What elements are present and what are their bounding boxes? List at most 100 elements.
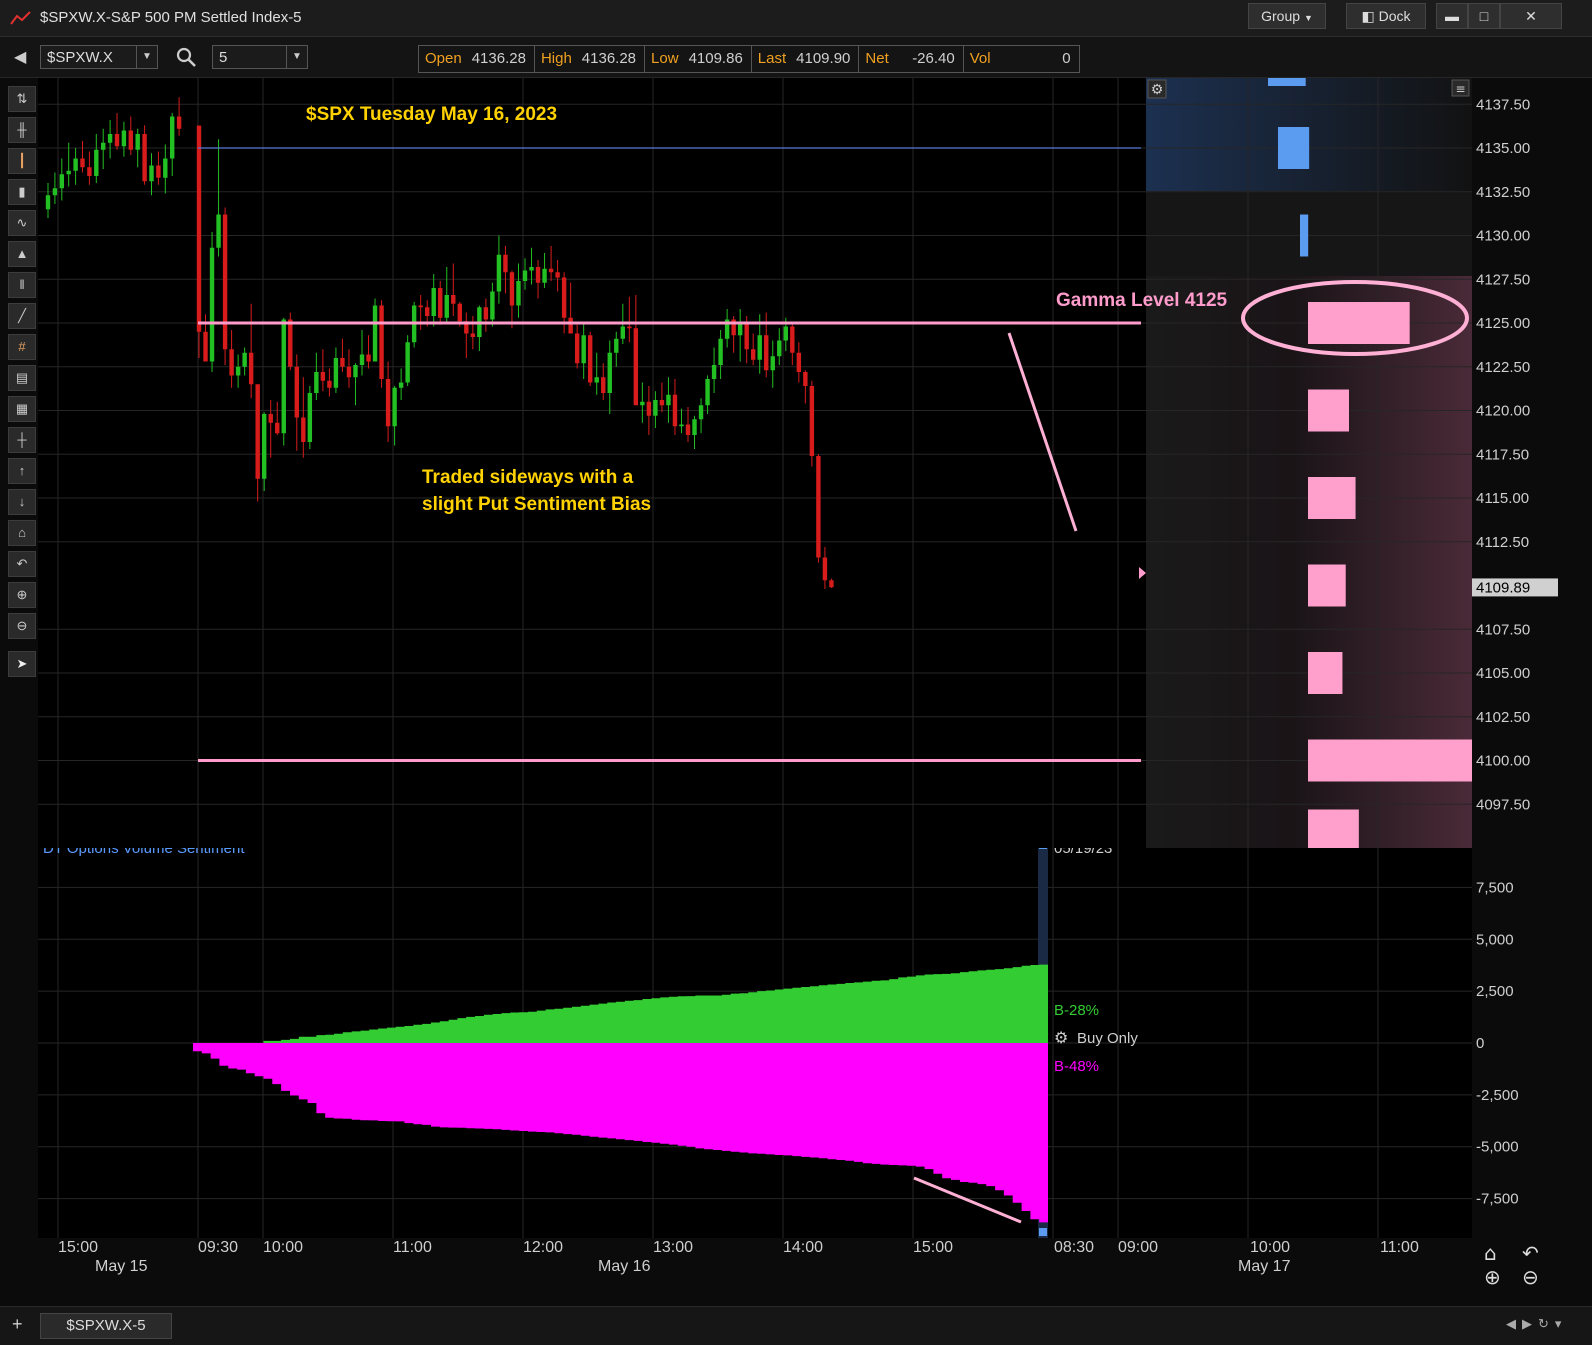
zoom-in-icon[interactable]: ⊕ bbox=[8, 582, 36, 608]
collapse-left-icon[interactable]: ◀ bbox=[14, 47, 26, 67]
note-line-1: Traded sideways with a bbox=[422, 467, 634, 488]
tab-scroll-icons[interactable]: ◀▶↻▾ bbox=[1506, 1316, 1567, 1332]
group-button[interactable]: Group ▼ bbox=[1248, 3, 1326, 29]
minimize-button[interactable]: ▬ bbox=[1436, 3, 1468, 29]
candle-body bbox=[503, 254, 508, 273]
price-chart[interactable]: 4137.50 4135.00 4132.50 4130.00 4127.50 4125.… bbox=[38, 78, 1558, 848]
chevron-down-icon[interactable]: ▼ bbox=[136, 46, 157, 68]
grid-icon[interactable]: # bbox=[8, 334, 36, 360]
candle-body bbox=[107, 134, 113, 143]
candle-body bbox=[757, 335, 762, 360]
price-tick-label: 4120.00 bbox=[1476, 403, 1530, 420]
candle-body bbox=[301, 417, 306, 442]
candle-body bbox=[101, 142, 106, 150]
date-tick-label: May 15 bbox=[95, 1258, 148, 1275]
candle-body bbox=[483, 307, 489, 320]
pointer-icon[interactable]: ➤ bbox=[8, 651, 36, 677]
chart-tab[interactable]: $SPXW.X-5 bbox=[40, 1313, 172, 1339]
volume-icon[interactable]: ‖ bbox=[8, 272, 36, 298]
chevron-down-icon: ▼ bbox=[1303, 13, 1313, 23]
line-chart-icon[interactable]: ∿ bbox=[8, 210, 36, 236]
candle-body bbox=[307, 393, 313, 442]
axis-undo-icon[interactable]: ↶ bbox=[1522, 1241, 1539, 1265]
candle-body bbox=[248, 352, 254, 385]
price-axis[interactable]: 4137.50 4135.00 4132.50 4130.00 4127.50 4125.… bbox=[1472, 96, 1558, 813]
candle-body bbox=[744, 323, 749, 350]
chevron-down-icon[interactable]: ▼ bbox=[286, 46, 307, 68]
axis-zoom-out-icon[interactable]: ⊖ bbox=[1522, 1265, 1539, 1289]
candle-body bbox=[679, 424, 684, 427]
dock-button[interactable]: ◧ Dock bbox=[1346, 3, 1426, 29]
bar-chart-icon[interactable]: ╫ bbox=[8, 117, 36, 143]
mode-selector[interactable]: ⚙ Buy Only bbox=[1054, 1028, 1138, 1047]
candle-body bbox=[431, 288, 436, 316]
search-icon[interactable] bbox=[176, 47, 198, 69]
gex-panel bbox=[1146, 78, 1472, 848]
candle-body bbox=[176, 116, 182, 129]
price-tick-label: 4132.50 bbox=[1476, 184, 1530, 201]
cursor-cross-icon[interactable]: ⇅ bbox=[8, 86, 36, 112]
candle-body bbox=[711, 365, 717, 379]
arrow-up-icon[interactable]: ↑ bbox=[8, 458, 36, 484]
candle-body bbox=[196, 125, 202, 332]
candle-body bbox=[418, 305, 423, 308]
arrow-down-icon[interactable]: ↓ bbox=[8, 489, 36, 515]
candle-body bbox=[216, 214, 221, 248]
candle-body bbox=[385, 379, 391, 427]
candle-body bbox=[692, 419, 697, 435]
add-tab-icon[interactable]: + bbox=[12, 1314, 23, 1335]
trendline-icon[interactable]: ╱ bbox=[8, 303, 36, 329]
sentiment-axis[interactable]: 7,500 5,000 2,500 0 -2,500 -5,000 -7,500 bbox=[1476, 879, 1519, 1207]
candle-body bbox=[135, 134, 140, 150]
axis-zoom-in-icon[interactable]: ⊕ bbox=[1484, 1265, 1501, 1289]
undo-icon[interactable]: ↶ bbox=[8, 551, 36, 577]
maximize-button[interactable]: □ bbox=[1468, 3, 1500, 29]
ohlc-icon[interactable]: ▮ bbox=[8, 179, 36, 205]
svg-text:⚙: ⚙ bbox=[1151, 82, 1164, 98]
candlestick-icon[interactable]: ┃ bbox=[8, 148, 36, 174]
candle-body bbox=[327, 380, 332, 388]
candle-body bbox=[203, 331, 208, 362]
settings-gear-icon[interactable]: ⚙ bbox=[1054, 1028, 1068, 1047]
candle-body bbox=[646, 401, 652, 416]
maximize-icon: □ bbox=[1479, 8, 1489, 24]
time-axis[interactable]: 15:00 09:30 10:00 11:00 12:00 13:00 14:00 15:00… bbox=[58, 1239, 1419, 1275]
call-percent-label: B-28% bbox=[1054, 1002, 1099, 1019]
svg-text:⌂: ⌂ bbox=[1484, 1241, 1497, 1265]
panel-menu-icon[interactable]: ≡ bbox=[1451, 79, 1470, 97]
put-percent-label: B-48% bbox=[1054, 1058, 1099, 1075]
home-icon[interactable]: ⌂ bbox=[8, 520, 36, 546]
chart-app-icon bbox=[10, 11, 31, 25]
candle-body bbox=[607, 352, 612, 393]
candle-body bbox=[398, 382, 404, 388]
price-tick-label: 4117.50 bbox=[1476, 446, 1529, 463]
candle-body bbox=[796, 352, 802, 372]
candle-body bbox=[262, 414, 267, 479]
price-tick-label: 4115.00 bbox=[1476, 490, 1529, 507]
candle-body bbox=[372, 305, 378, 362]
gex-bar bbox=[1308, 389, 1349, 432]
candle-body bbox=[451, 295, 456, 304]
quote-value: 0 bbox=[1062, 50, 1071, 67]
gex-settings-icon[interactable]: ⚙ bbox=[1147, 79, 1167, 99]
zoom-out-icon[interactable]: ⊖ bbox=[8, 613, 36, 639]
title-bar: $SPXW.X-S&P 500 PM Settled Index-5 Group… bbox=[0, 0, 1592, 37]
close-icon: ✕ bbox=[1525, 8, 1537, 24]
grid-small-icon[interactable]: ▦ bbox=[8, 396, 36, 422]
table-icon[interactable]: ▤ bbox=[8, 365, 36, 391]
area-chart-icon[interactable]: ▲ bbox=[8, 241, 36, 267]
gex-bar bbox=[1308, 564, 1346, 607]
candle-body bbox=[627, 326, 632, 329]
axis-home-icon[interactable]: ⌂ bbox=[1484, 1241, 1497, 1265]
chart-tab-label: $SPXW.X-5 bbox=[66, 1317, 146, 1334]
gex-bar bbox=[1308, 652, 1343, 694]
candle-body bbox=[490, 291, 495, 320]
gex-bar bbox=[1308, 809, 1359, 848]
interval-combo[interactable]: 5 ▼ bbox=[212, 45, 308, 69]
crosshair-icon[interactable]: ┼ bbox=[8, 427, 36, 453]
candle-body bbox=[620, 326, 625, 339]
symbol-combo[interactable]: $SPXW.X ▼ bbox=[40, 45, 158, 69]
sentiment-chart[interactable]: 7,500 5,000 2,500 0 -2,500 -5,000 -7,500 15:00… bbox=[38, 848, 1558, 1300]
candle-body bbox=[542, 268, 547, 283]
close-button[interactable]: ✕ bbox=[1500, 3, 1562, 29]
